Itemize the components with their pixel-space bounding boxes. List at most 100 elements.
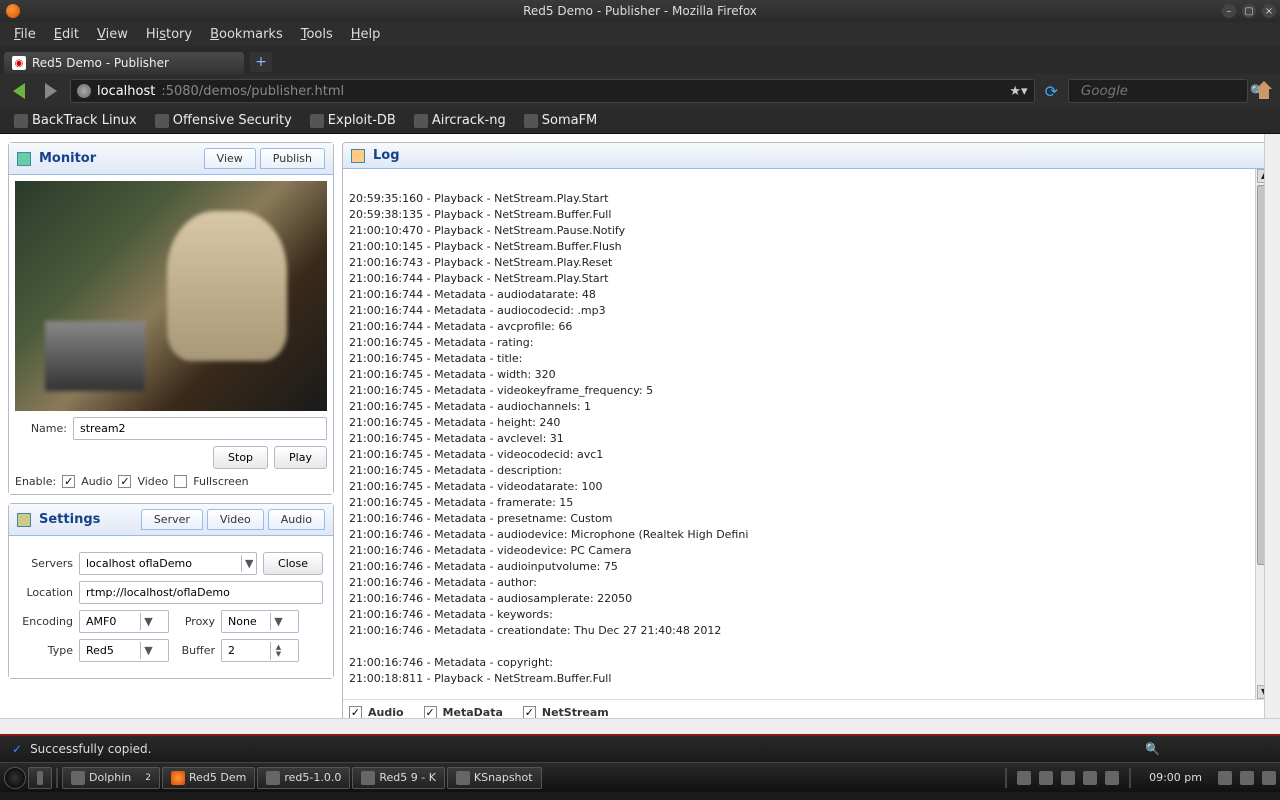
zoom-icon[interactable]: 🔍 bbox=[1145, 742, 1160, 756]
minimize-button[interactable]: – bbox=[1222, 4, 1236, 18]
reload-button[interactable]: ⟳ bbox=[1041, 82, 1062, 101]
bookmark-somafm[interactable]: SomaFM bbox=[516, 111, 606, 130]
type-input[interactable] bbox=[80, 640, 140, 661]
close-window-button[interactable]: × bbox=[1262, 4, 1276, 18]
tab-title: Red5 Demo - Publisher bbox=[32, 56, 169, 70]
spinner-arrows-icon[interactable]: ▲▼ bbox=[270, 642, 286, 660]
bookmark-backtrack[interactable]: BackTrack Linux bbox=[6, 111, 145, 130]
proxy-input[interactable] bbox=[222, 611, 270, 632]
bookmark-icon bbox=[155, 114, 169, 128]
tab-publish[interactable]: Publish bbox=[260, 148, 325, 169]
log-title: Log bbox=[373, 148, 400, 163]
audio-checkbox[interactable]: ✓ bbox=[62, 475, 75, 488]
type-label: Type bbox=[19, 644, 73, 657]
bookmark-exploit-db[interactable]: Exploit-DB bbox=[302, 111, 404, 130]
menu-edit[interactable]: Edit bbox=[46, 25, 87, 44]
search-input[interactable] bbox=[1081, 84, 1250, 99]
back-button[interactable] bbox=[6, 78, 32, 104]
fullscreen-checkbox[interactable] bbox=[174, 475, 187, 488]
forward-button[interactable] bbox=[38, 78, 64, 104]
video-checkbox[interactable]: ✓ bbox=[118, 475, 131, 488]
bookmark-aircrack[interactable]: Aircrack-ng bbox=[406, 111, 514, 130]
taskbar-item-ksnapshot[interactable]: KSnapshot bbox=[447, 767, 542, 789]
tray-icon[interactable] bbox=[1218, 771, 1232, 785]
url-field[interactable]: localhost:5080/demos/publisher.html ★▾ bbox=[70, 79, 1035, 103]
menu-file[interactable]: File bbox=[6, 25, 44, 44]
monitor-icon bbox=[17, 152, 31, 166]
app-icon bbox=[456, 771, 470, 785]
url-domain: localhost bbox=[97, 84, 155, 99]
type-combo[interactable]: ▼ bbox=[79, 639, 169, 662]
tray-icon[interactable] bbox=[1262, 771, 1276, 785]
servers-combo[interactable]: ▼ bbox=[79, 552, 257, 575]
tab-strip: ◉ Red5 Demo - Publisher + bbox=[0, 46, 1280, 74]
buffer-label: Buffer bbox=[175, 644, 215, 657]
taskbar-item-firefox[interactable]: Red5 Dem bbox=[162, 767, 255, 789]
buffer-input[interactable] bbox=[222, 640, 270, 661]
home-button[interactable] bbox=[1254, 81, 1274, 101]
app-icon bbox=[266, 771, 280, 785]
proxy-combo[interactable]: ▼ bbox=[221, 610, 299, 633]
name-label: Name: bbox=[15, 422, 67, 435]
chevron-down-icon[interactable]: ▼ bbox=[241, 555, 256, 572]
tray-icon[interactable] bbox=[1105, 771, 1119, 785]
menu-bookmarks[interactable]: Bookmarks bbox=[202, 25, 291, 44]
taskbar-item-dolphin[interactable]: Dolphin2 bbox=[62, 767, 160, 789]
encoding-label: Encoding bbox=[19, 615, 73, 628]
tray-icon[interactable] bbox=[1039, 771, 1053, 785]
bookmark-star-icon[interactable]: ★▾ bbox=[1009, 84, 1027, 99]
app-icon bbox=[361, 771, 375, 785]
bookmark-offensive-security[interactable]: Offensive Security bbox=[147, 111, 300, 130]
stop-button[interactable]: Stop bbox=[213, 446, 268, 469]
menu-help[interactable]: Help bbox=[343, 25, 389, 44]
settings-panel: Settings Server Video Audio Servers ▼ Cl… bbox=[8, 503, 334, 679]
play-button[interactable]: Play bbox=[274, 446, 327, 469]
tray-icon[interactable] bbox=[1061, 771, 1075, 785]
menu-tools[interactable]: Tools bbox=[293, 25, 341, 44]
servers-input[interactable] bbox=[80, 553, 241, 574]
chevron-down-icon[interactable]: ▼ bbox=[140, 642, 156, 659]
bookmark-icon bbox=[14, 114, 28, 128]
log-panel: Log 20:59:35:160 - Playback - NetStream.… bbox=[342, 142, 1272, 726]
log-body: 20:59:35:160 - Playback - NetStream.Play… bbox=[343, 169, 1271, 699]
site-identity-icon bbox=[77, 84, 91, 98]
show-desktop-button[interactable] bbox=[28, 767, 52, 789]
window-titlebar: Red5 Demo - Publisher - Mozilla Firefox … bbox=[0, 0, 1280, 22]
servers-label: Servers bbox=[19, 557, 73, 570]
tab-audio[interactable]: Audio bbox=[268, 509, 325, 530]
tray-icon[interactable] bbox=[1083, 771, 1097, 785]
close-button[interactable]: Close bbox=[263, 552, 323, 575]
search-box[interactable]: 🔍 bbox=[1068, 79, 1248, 103]
browser-tab[interactable]: ◉ Red5 Demo - Publisher bbox=[4, 52, 244, 74]
bookmark-icon bbox=[414, 114, 428, 128]
settings-icon bbox=[17, 513, 31, 527]
new-tab-button[interactable]: + bbox=[250, 52, 272, 72]
taskbar-item-red5-9[interactable]: Red5 9 - K bbox=[352, 767, 445, 789]
notification-bar: ✓ Successfully copied. 🔍 bbox=[0, 734, 1280, 762]
tab-favicon: ◉ bbox=[12, 56, 26, 70]
maximize-button[interactable]: ▢ bbox=[1242, 4, 1256, 18]
bookmark-icon bbox=[310, 114, 324, 128]
monitor-title: Monitor bbox=[39, 151, 96, 166]
tab-server[interactable]: Server bbox=[141, 509, 203, 530]
page-horizontal-scrollbar[interactable] bbox=[0, 718, 1280, 734]
location-input[interactable] bbox=[79, 581, 323, 604]
monitor-panel: Monitor View Publish Name: Stop Play Ena… bbox=[8, 142, 334, 495]
tab-view[interactable]: View bbox=[204, 148, 256, 169]
menu-history[interactable]: History bbox=[138, 25, 200, 44]
tab-video[interactable]: Video bbox=[207, 509, 264, 530]
video-preview bbox=[15, 181, 327, 411]
taskbar-clock[interactable]: 09:00 pm bbox=[1141, 771, 1210, 784]
tray-icon[interactable] bbox=[1017, 771, 1031, 785]
menu-view[interactable]: View bbox=[89, 25, 136, 44]
start-button[interactable] bbox=[4, 767, 26, 789]
tray-icon[interactable] bbox=[1240, 771, 1254, 785]
taskbar-item-red5[interactable]: red5-1.0.0 bbox=[257, 767, 350, 789]
encoding-input[interactable] bbox=[80, 611, 140, 632]
page-vertical-scrollbar[interactable] bbox=[1264, 134, 1280, 718]
encoding-combo[interactable]: ▼ bbox=[79, 610, 169, 633]
stream-name-input[interactable] bbox=[73, 417, 327, 440]
buffer-spinner[interactable]: ▲▼ bbox=[221, 639, 299, 662]
chevron-down-icon[interactable]: ▼ bbox=[270, 613, 286, 630]
chevron-down-icon[interactable]: ▼ bbox=[140, 613, 156, 630]
